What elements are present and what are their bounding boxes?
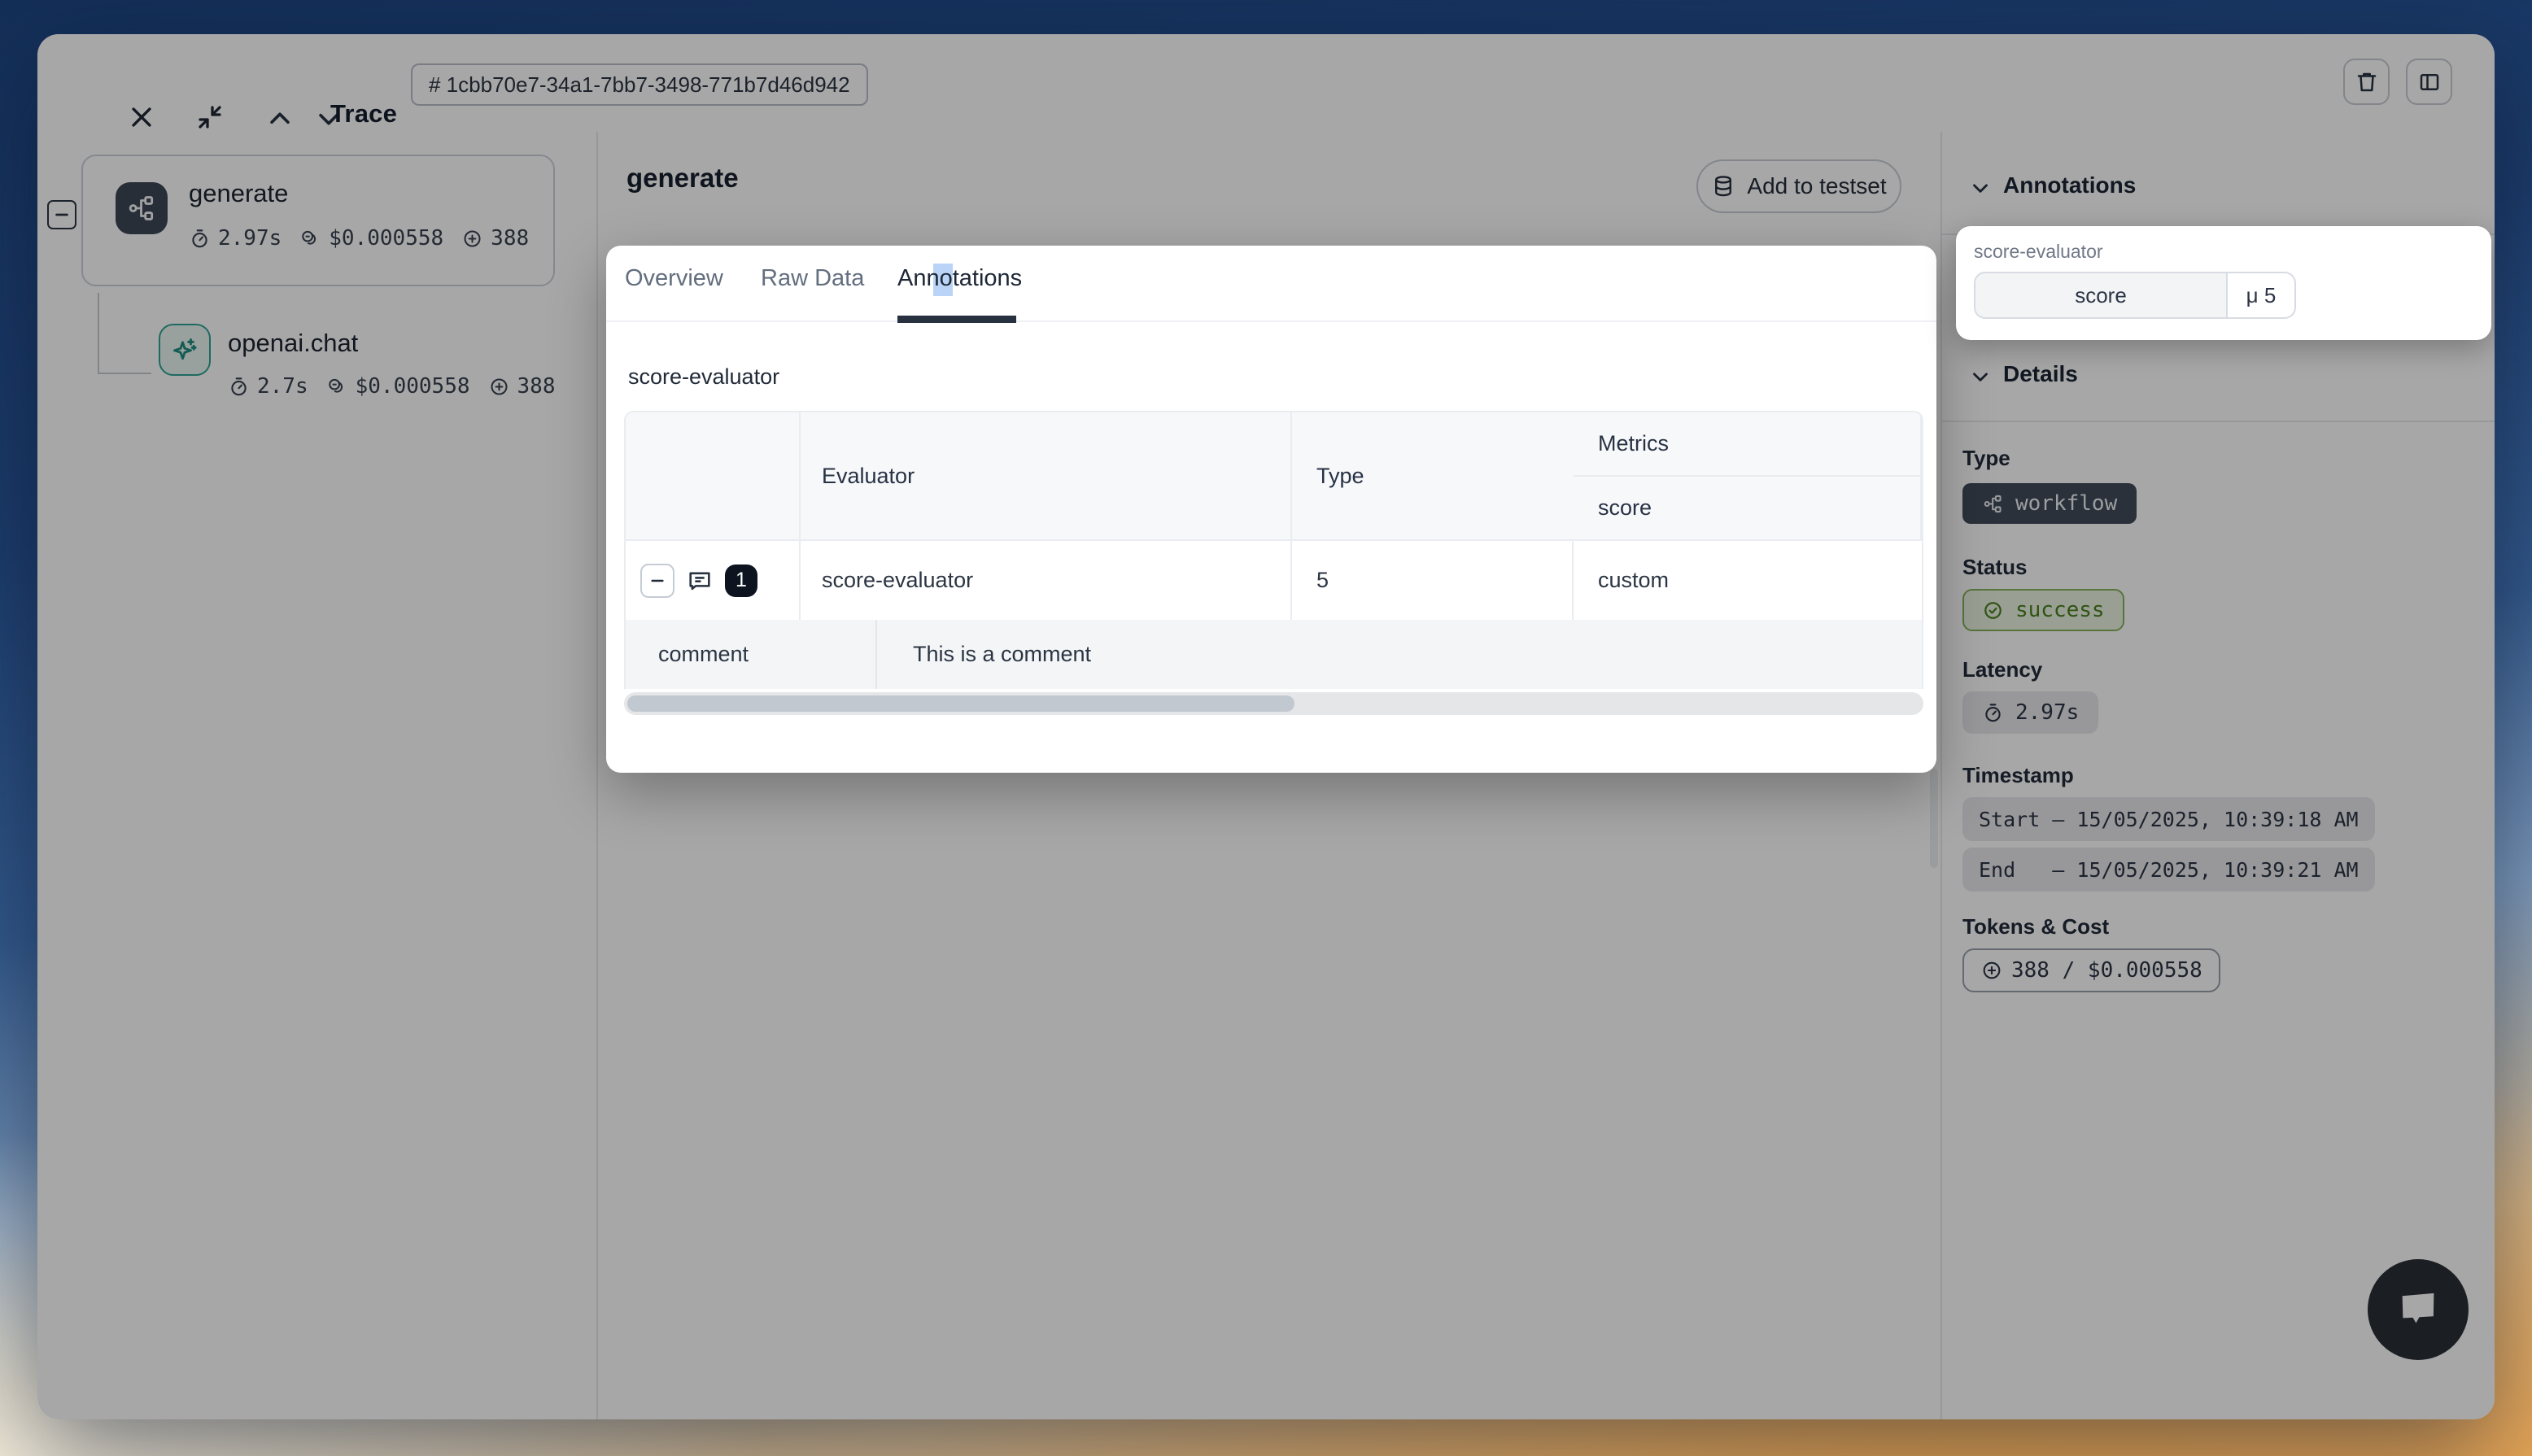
desktop-background: Trace # 1cbb70e7-34a1-7bb7-3498-771b7d46… xyxy=(0,0,2532,1456)
annotations-table: Evaluator Metrics Type score 1 score-eva… xyxy=(624,411,1923,689)
table-cell-score: 5 xyxy=(1292,541,1574,620)
comment-icon[interactable] xyxy=(686,567,714,595)
table-header-evaluator: Evaluator xyxy=(801,412,1292,541)
table-header-type: Type xyxy=(1292,412,1574,541)
table-cell-evaluator: score-evaluator xyxy=(801,541,1292,620)
table-cell-type: custom xyxy=(1574,541,1922,620)
trace-modal: Trace # 1cbb70e7-34a1-7bb7-3498-771b7d46… xyxy=(37,34,2495,1419)
comment-count-badge[interactable]: 1 xyxy=(725,565,757,597)
active-tab-indicator xyxy=(897,316,1016,323)
metric-mean-segment[interactable]: μ 5 xyxy=(2228,272,2296,319)
annotation-card[interactable]: score-evaluator score μ 5 xyxy=(1956,226,2491,340)
table-header-metrics: Metrics xyxy=(1574,412,1922,477)
tabs-divider xyxy=(606,320,1936,322)
comment-value: This is a comment xyxy=(877,620,1923,689)
tab-annotations[interactable]: Annotations xyxy=(897,265,1022,292)
table-header-empty xyxy=(626,412,801,541)
tab-overview[interactable]: Overview xyxy=(625,265,723,292)
table-header-metric-score: score xyxy=(1574,477,1922,541)
collapse-row-button[interactable] xyxy=(640,564,674,598)
metric-name-segment[interactable]: score xyxy=(1974,272,2228,319)
evaluator-section-title: score-evaluator xyxy=(628,364,779,390)
annotations-popover: Overview Raw Data Annotations score-eval… xyxy=(606,246,1936,773)
scrollbar-thumb[interactable] xyxy=(627,695,1294,712)
comment-key: comment xyxy=(626,620,877,689)
annotation-metric-control: score μ 5 xyxy=(1974,272,2296,319)
comment-row: comment This is a comment xyxy=(626,620,1922,689)
tab-raw-data[interactable]: Raw Data xyxy=(761,265,864,292)
table-horizontal-scrollbar[interactable] xyxy=(624,692,1923,715)
table-row-controls: 1 xyxy=(626,541,801,620)
annotation-evaluator-name: score-evaluator xyxy=(1974,241,2103,263)
